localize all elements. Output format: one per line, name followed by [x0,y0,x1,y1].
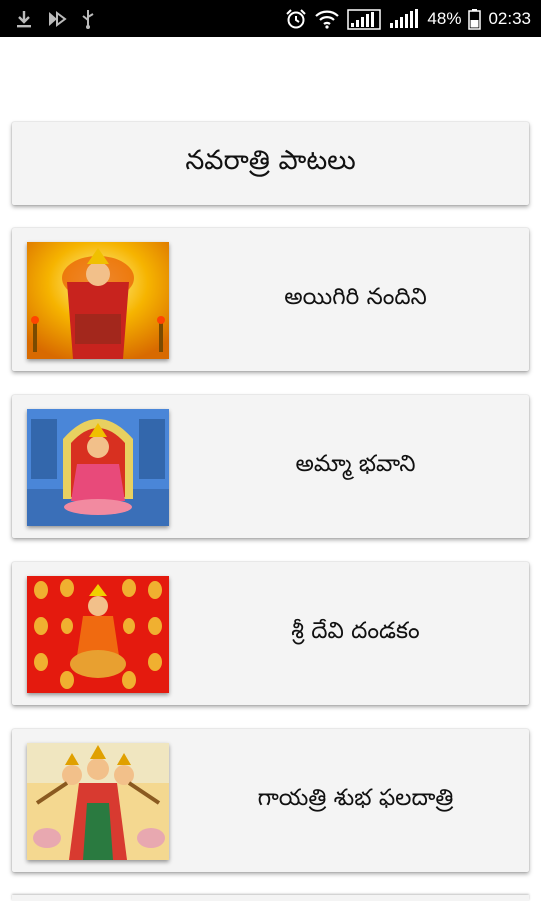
song-title: అయిగిరి నందిని [284,283,427,310]
status-bar-right: 48% 02:33 [285,8,531,30]
song-title: గాయత్రి శుభ ఫలదాత్రి [257,784,454,811]
alarm-icon [285,8,307,30]
usb-icon [80,8,96,30]
battery-percent: 48% [427,8,462,28]
download-icon [14,9,34,29]
next-list-item-edge [12,895,529,901]
song-title: శ్రీ దేవి దండకం [291,617,420,644]
status-bar-left [14,8,96,30]
song-list-item[interactable]: అయిగిరి నందిని [12,228,529,371]
title-card: నవరాత్రి పాటలు [12,122,529,205]
bhavani-thumbnail [27,409,169,526]
page-title: నవరాత్రి పాటలు [185,144,356,176]
durga-thumbnail [27,242,169,359]
song-list-item[interactable]: అమ్మా భవాని [12,395,529,538]
app-notification-icon [46,9,68,29]
wifi-icon [314,9,340,29]
clock: 02:33 [488,8,531,28]
song-list-item[interactable]: శ్రీ దేవి దండకం [12,562,529,705]
song-title: అమ్మా భవాని [295,450,416,477]
devi-red-thumbnail [27,576,169,693]
gayatri-thumbnail [27,743,169,860]
status-bar: 48% 02:33 [0,0,541,37]
signal-icon-1 [347,8,382,30]
battery-icon [468,8,482,30]
song-list-item[interactable]: గాయత్రి శుభ ఫలదాత్రి [12,729,529,872]
signal-icon-2 [388,8,420,30]
